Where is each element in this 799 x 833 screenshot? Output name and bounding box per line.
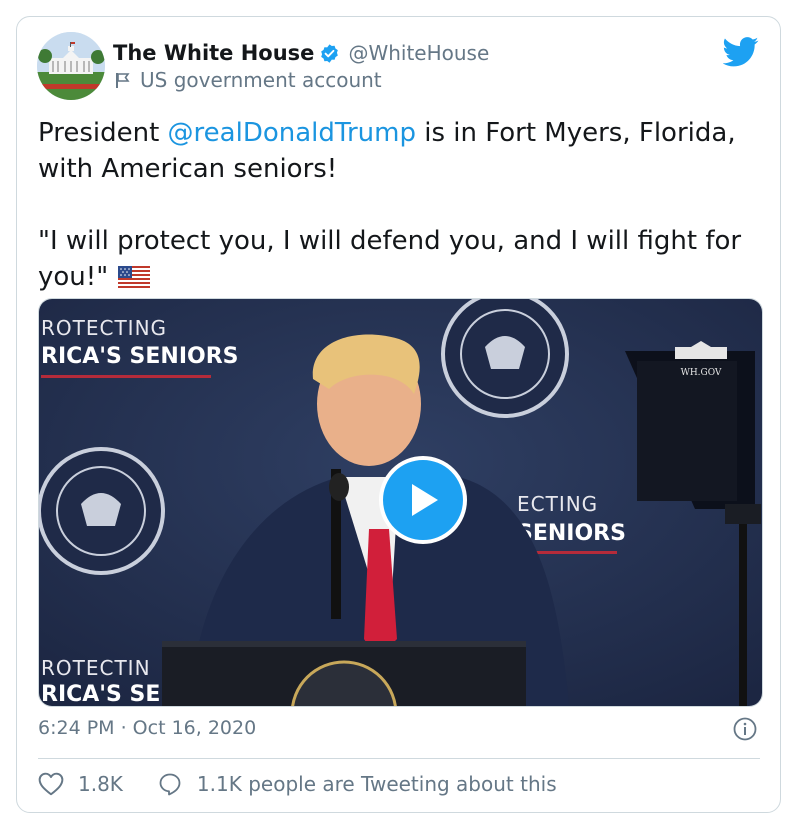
play-button[interactable]: [379, 456, 467, 544]
presidential-seal-icon: [39, 447, 165, 575]
account-label: US government account: [140, 68, 382, 92]
account-name-row: The White House @WhiteHouse: [113, 40, 489, 66]
conversation-count[interactable]: 1.1K people are Tweeting about this: [197, 772, 557, 796]
presidential-seal-icon: [441, 299, 569, 418]
tweet-quote-line: "I will protect you, I will defend you, …: [38, 223, 763, 295]
mention-link[interactable]: @realDonaldTrump: [168, 118, 416, 148]
white-house-avatar-image: [37, 32, 105, 100]
tweet-card: The White House @WhiteHouse US governmen…: [16, 16, 781, 813]
wh-gov-text: WH.GOV: [681, 368, 722, 378]
avatar[interactable]: [37, 32, 105, 100]
banner-top-line2: RICA'S SENIORS: [41, 344, 239, 369]
government-flag-icon: [116, 72, 130, 88]
banner-top-line1: ROTECTING: [41, 316, 167, 340]
banner-mid-line1: ECTING: [517, 492, 598, 516]
tweet-text: President @realDonaldTrump is in Fort My…: [38, 115, 763, 295]
play-icon: [412, 484, 438, 516]
video-player[interactable]: ROTECTING RICA'S SENIORS ECTING SENIORS …: [38, 298, 763, 707]
banner-bottom-line2: RICA'S SEI: [41, 682, 169, 706]
us-flag-emoji-icon: [118, 266, 151, 288]
account-label-row: US government account: [115, 68, 382, 92]
tweet-timestamp[interactable]: 6:24 PM · Oct 16, 2020: [38, 717, 256, 739]
like-count[interactable]: 1.8K: [78, 772, 123, 796]
account-name[interactable]: The White House: [113, 41, 314, 65]
heart-icon[interactable]: [38, 772, 64, 796]
banner-bottom-line1: ROTECTIN: [41, 656, 151, 680]
twitter-bird-icon[interactable]: [723, 37, 759, 67]
tweet-line-1: President @realDonaldTrump is in Fort My…: [38, 115, 763, 187]
podium: [162, 641, 526, 706]
account-handle[interactable]: @WhiteHouse: [348, 41, 489, 65]
tweet-actions: 1.8K 1.1K people are Tweeting about this: [38, 772, 557, 796]
verified-badge-icon: [321, 43, 339, 63]
banner-mid-line2: SENIORS: [517, 521, 626, 546]
info-icon[interactable]: [733, 717, 757, 741]
divider: [38, 758, 760, 759]
tweet-text-prefix: President: [38, 118, 168, 148]
reply-bubble-icon[interactable]: [157, 772, 183, 796]
